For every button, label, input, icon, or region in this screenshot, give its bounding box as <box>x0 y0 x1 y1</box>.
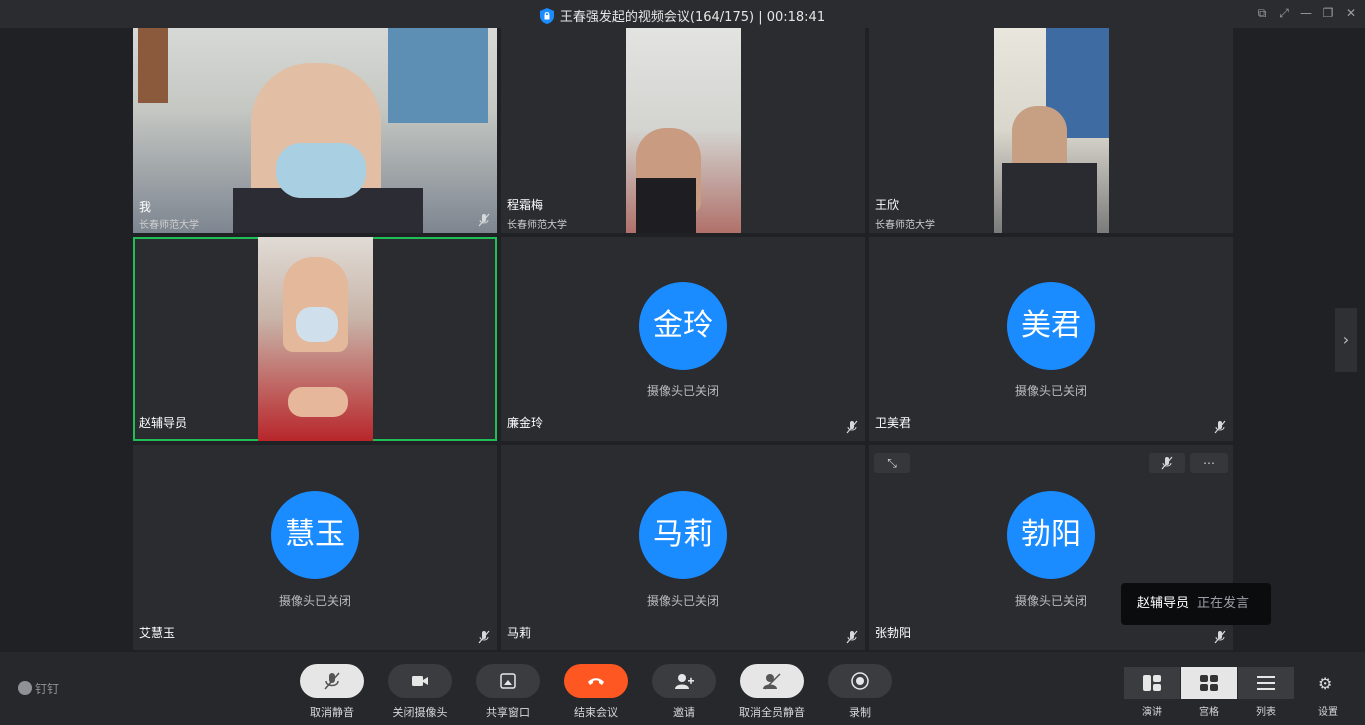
participant-name: 程霜梅 <box>507 198 544 212</box>
avatar: 金玲 <box>639 282 727 370</box>
unmute-all-label: 取消全员静音 <box>739 706 805 719</box>
layout-speaker-button[interactable] <box>1124 667 1180 699</box>
mic-muted-icon <box>846 420 858 434</box>
end-meeting-button[interactable] <box>564 664 628 698</box>
mic-muted-icon <box>846 630 858 644</box>
settings-gear-icon[interactable]: ⚙ <box>1318 674 1332 693</box>
camera-off-status: 摄像头已关闭 <box>646 594 719 608</box>
speaking-indicator: 赵辅导员 正在发言 <box>1121 583 1271 625</box>
mute-all-icon <box>763 673 781 690</box>
share-screen-icon <box>500 673 516 689</box>
invite-button[interactable] <box>652 664 716 698</box>
shield-lock-icon <box>539 8 554 24</box>
participant-org: 长春师范大学 <box>507 220 567 231</box>
avatar: 勃阳 <box>1007 491 1095 579</box>
participant-name: 马莉 <box>507 626 532 640</box>
close-icon[interactable]: ✕ <box>1343 6 1359 20</box>
unmute-label: 取消静音 <box>310 706 354 719</box>
video-tile-participant[interactable]: 程霜梅 长春师范大学 <box>501 28 865 233</box>
avatar-tile[interactable]: 慧玉 摄像头已关闭 艾慧玉 <box>133 445 497 650</box>
video-feed <box>133 28 497 233</box>
participant-org: 长春师范大学 <box>875 220 935 231</box>
unmute-all-button[interactable] <box>740 664 804 698</box>
record-label: 录制 <box>849 706 871 719</box>
camera-off-label: 关闭摄像头 <box>392 706 448 719</box>
more-options-icon[interactable]: ⋯ <box>1190 453 1228 473</box>
fullscreen-icon[interactable]: ⤢ <box>1276 6 1292 21</box>
layout-speaker-label: 演讲 <box>1142 707 1162 718</box>
mic-muted-icon <box>1214 420 1226 434</box>
hang-up-icon <box>588 678 604 685</box>
camera-off-status: 摄像头已关闭 <box>1014 384 1087 398</box>
record-button[interactable] <box>828 664 892 698</box>
participant-name: 艾慧玉 <box>139 626 176 640</box>
layout-list-button[interactable] <box>1238 667 1294 699</box>
avatar-tile[interactable]: 马莉 摄像头已关闭 马莉 <box>501 445 865 650</box>
mic-muted-icon <box>1161 456 1173 470</box>
grid-layout-icon <box>1200 675 1218 691</box>
avatar: 慧玉 <box>271 491 359 579</box>
layout-grid-button[interactable] <box>1181 667 1237 699</box>
mic-toggle-button[interactable] <box>1149 453 1185 473</box>
participant-name: 张勃阳 <box>875 626 912 640</box>
title-bar: 王春强发起的视频会议(164/175) | 00:18:41 ⧉ ⤢ — ❐ ✕ <box>0 0 1365 28</box>
invite-label: 邀请 <box>673 706 695 719</box>
unmute-button[interactable] <box>300 664 364 698</box>
video-feed <box>994 28 1109 233</box>
camera-off-button[interactable] <box>388 664 452 698</box>
window-title: 王春强发起的视频会议(164/175) | 00:18:41 <box>559 10 826 25</box>
avatar-tile[interactable]: 美君 摄像头已关闭 卫美君 <box>869 237 1233 441</box>
mic-muted-icon <box>1214 630 1226 644</box>
mic-muted-icon <box>324 672 340 690</box>
participant-name: 王欣 <box>875 198 900 212</box>
layout-list-label: 列表 <box>1256 707 1276 718</box>
avatar-tile[interactable]: 金玲 摄像头已关闭 廉金玲 <box>501 237 865 441</box>
share-window-button[interactable] <box>476 664 540 698</box>
speaking-status: 正在发言 <box>1197 596 1250 611</box>
video-tile-participant[interactable]: 王欣 长春师范大学 <box>869 28 1233 233</box>
video-tile-me[interactable]: 我 长春师范大学 <box>133 28 497 233</box>
add-user-icon <box>675 674 694 689</box>
camera-off-status: 摄像头已关闭 <box>646 384 719 398</box>
speaker-name: 赵辅导员 <box>1137 596 1190 611</box>
camera-off-status: 摄像头已关闭 <box>278 594 351 608</box>
video-tile-active-speaker[interactable]: 赵辅导员 <box>133 237 497 441</box>
layout-grid-label: 宫格 <box>1199 707 1219 718</box>
record-icon <box>851 672 869 690</box>
participant-name: 我 <box>139 200 152 214</box>
brand-logo: 钉钉 <box>18 680 59 697</box>
list-layout-icon <box>1257 676 1275 690</box>
video-camera-icon <box>412 676 428 686</box>
participant-org: 长春师范大学 <box>139 220 199 231</box>
end-meeting-label: 结束会议 <box>574 706 618 719</box>
participant-name: 廉金玲 <box>507 416 544 430</box>
window-title-wrap: 王春强发起的视频会议(164/175) | 00:18:41 <box>0 6 1365 25</box>
expand-icon[interactable]: ⤡ <box>874 453 910 473</box>
share-screen-icon[interactable]: ⧉ <box>1254 6 1270 21</box>
video-feed <box>258 237 373 441</box>
participant-name: 卫美君 <box>875 416 912 430</box>
next-page-arrow[interactable]: › <box>1335 308 1357 372</box>
share-window-label: 共享窗口 <box>486 706 530 719</box>
mic-muted-icon <box>478 630 490 644</box>
settings-label: 设置 <box>1318 707 1338 718</box>
avatar: 美君 <box>1007 282 1095 370</box>
meeting-toolbar: 钉钉 取消静音 关闭摄像头 共享窗口 结束会议 邀请 取消全员静音 录制 演讲 … <box>0 652 1365 725</box>
mic-muted-icon <box>478 213 490 227</box>
speaker-layout-icon <box>1143 675 1161 691</box>
avatar: 马莉 <box>639 491 727 579</box>
participant-name: 赵辅导员 <box>139 416 188 430</box>
dingtalk-icon <box>18 681 32 695</box>
video-feed <box>626 28 741 233</box>
minimize-icon[interactable]: — <box>1298 6 1314 20</box>
restore-icon[interactable]: ❐ <box>1320 6 1336 20</box>
